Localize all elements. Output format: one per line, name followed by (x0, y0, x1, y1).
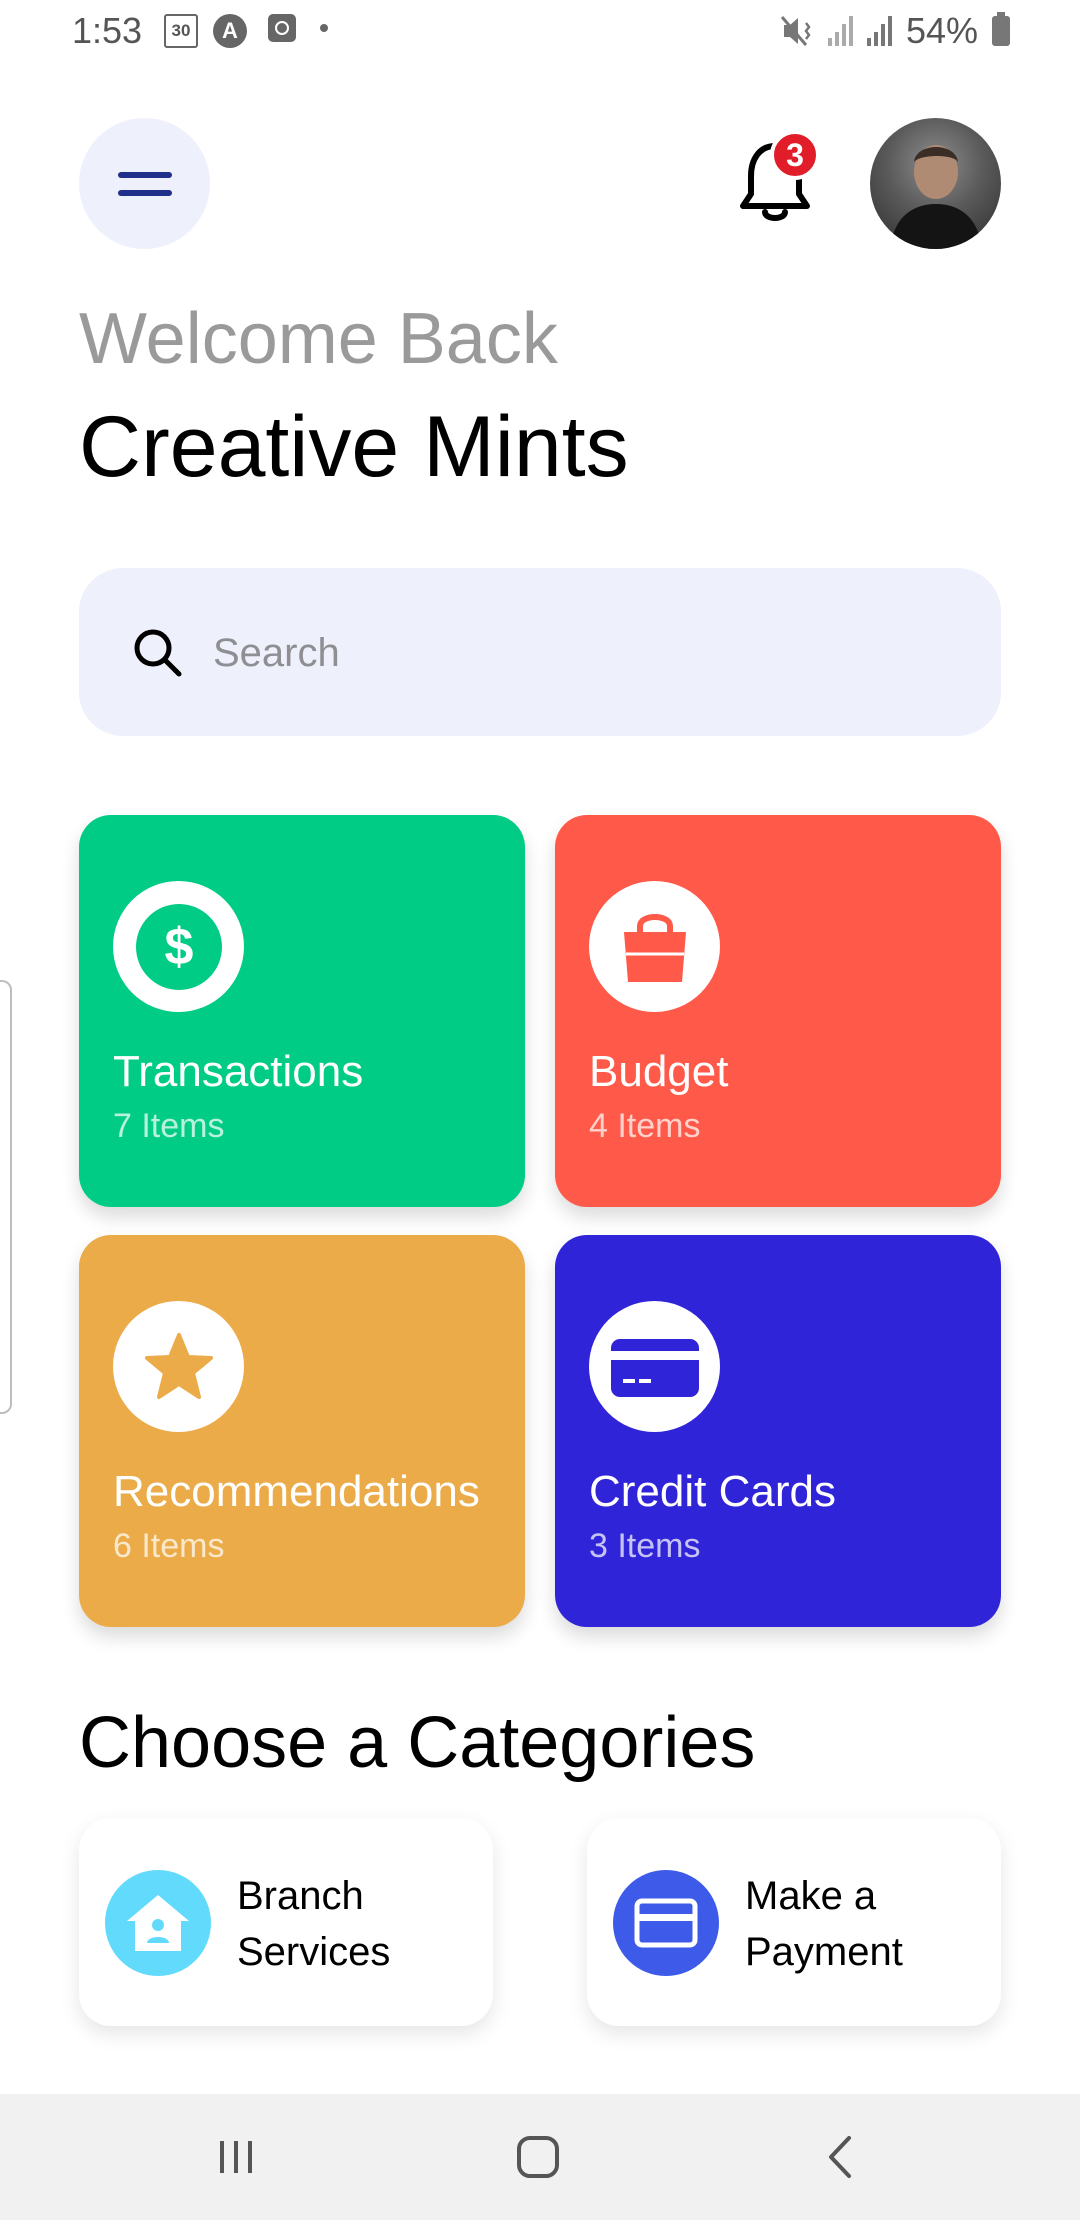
back-icon (829, 2136, 851, 2178)
alarm-icon (268, 14, 296, 42)
back-button[interactable] (800, 2124, 880, 2190)
category-branch-services[interactable]: Branch Services (79, 1818, 493, 2026)
user-name: Creative Mints (79, 399, 629, 495)
tile-count: 6 Items (113, 1527, 225, 1565)
category-icon-wrap (105, 1870, 211, 1976)
signal-icon-2 (866, 16, 892, 46)
search-bar[interactable] (79, 568, 1001, 736)
app-a-icon: A (213, 14, 247, 48)
system-nav-bar (0, 2094, 1080, 2220)
tile-count: 4 Items (589, 1107, 701, 1145)
recent-apps-button[interactable] (196, 2124, 276, 2190)
welcome-text: Welcome Back (79, 299, 558, 379)
mute-vibrate-icon (780, 16, 811, 46)
category-label: Branch Services (237, 1874, 391, 1974)
tile-title: Recommendations (113, 1467, 480, 1516)
signal-icon (827, 16, 853, 46)
tile-credit-cards[interactable]: Credit Cards 3 Items (555, 1235, 1001, 1627)
status-bar: 1:53 30 A 54% (0, 0, 1080, 64)
home-button[interactable] (498, 2124, 578, 2190)
category-label: Make a Payment (745, 1874, 903, 1974)
menu-button[interactable] (79, 118, 210, 249)
status-right: 54% (780, 10, 1010, 52)
edge-panel-handle[interactable] (0, 980, 12, 1414)
recent-apps-icon (220, 2141, 252, 2173)
tile-icon-wrap: $ (113, 881, 244, 1012)
search-input[interactable] (211, 608, 935, 698)
tile-transactions[interactable]: $ Transactions 7 Items (79, 815, 525, 1207)
calendar-icon: 30 (164, 14, 198, 48)
tile-title: Credit Cards (589, 1467, 836, 1516)
notification-badge: 3 (770, 130, 820, 180)
category-icon-wrap (613, 1870, 719, 1976)
credit-card-icon (610, 1338, 699, 1397)
search-icon (134, 629, 182, 677)
tile-icon-wrap (589, 881, 720, 1012)
tile-budget[interactable]: Budget 4 Items (555, 815, 1001, 1207)
tile-count: 3 Items (589, 1527, 701, 1565)
more-notifications-dot (320, 24, 328, 32)
battery-icon (992, 12, 1010, 46)
tile-count: 7 Items (113, 1107, 225, 1145)
avatar-photo (890, 145, 982, 249)
svg-text:$: $ (164, 918, 193, 976)
branch-house-icon (127, 1895, 189, 1951)
avatar[interactable] (870, 118, 1001, 249)
categories-title: Choose a Categories (79, 1703, 756, 1783)
tile-icon-wrap (589, 1301, 720, 1432)
shopping-bag-icon (623, 913, 686, 982)
menu-icon (117, 171, 172, 178)
status-time: 1:53 (72, 10, 143, 51)
star-icon (144, 1332, 213, 1399)
tile-recommendations[interactable]: Recommendations 6 Items (79, 1235, 525, 1627)
category-make-payment[interactable]: Make a Payment (587, 1818, 1001, 2026)
home-icon (517, 2136, 559, 2178)
tile-icon-wrap (113, 1301, 244, 1432)
dollar-coin-icon: $ (135, 903, 222, 990)
payment-card-icon (634, 1898, 698, 1948)
battery-percent: 54% (905, 10, 978, 51)
tile-title: Budget (589, 1047, 729, 1096)
tile-title: Transactions (113, 1047, 364, 1096)
